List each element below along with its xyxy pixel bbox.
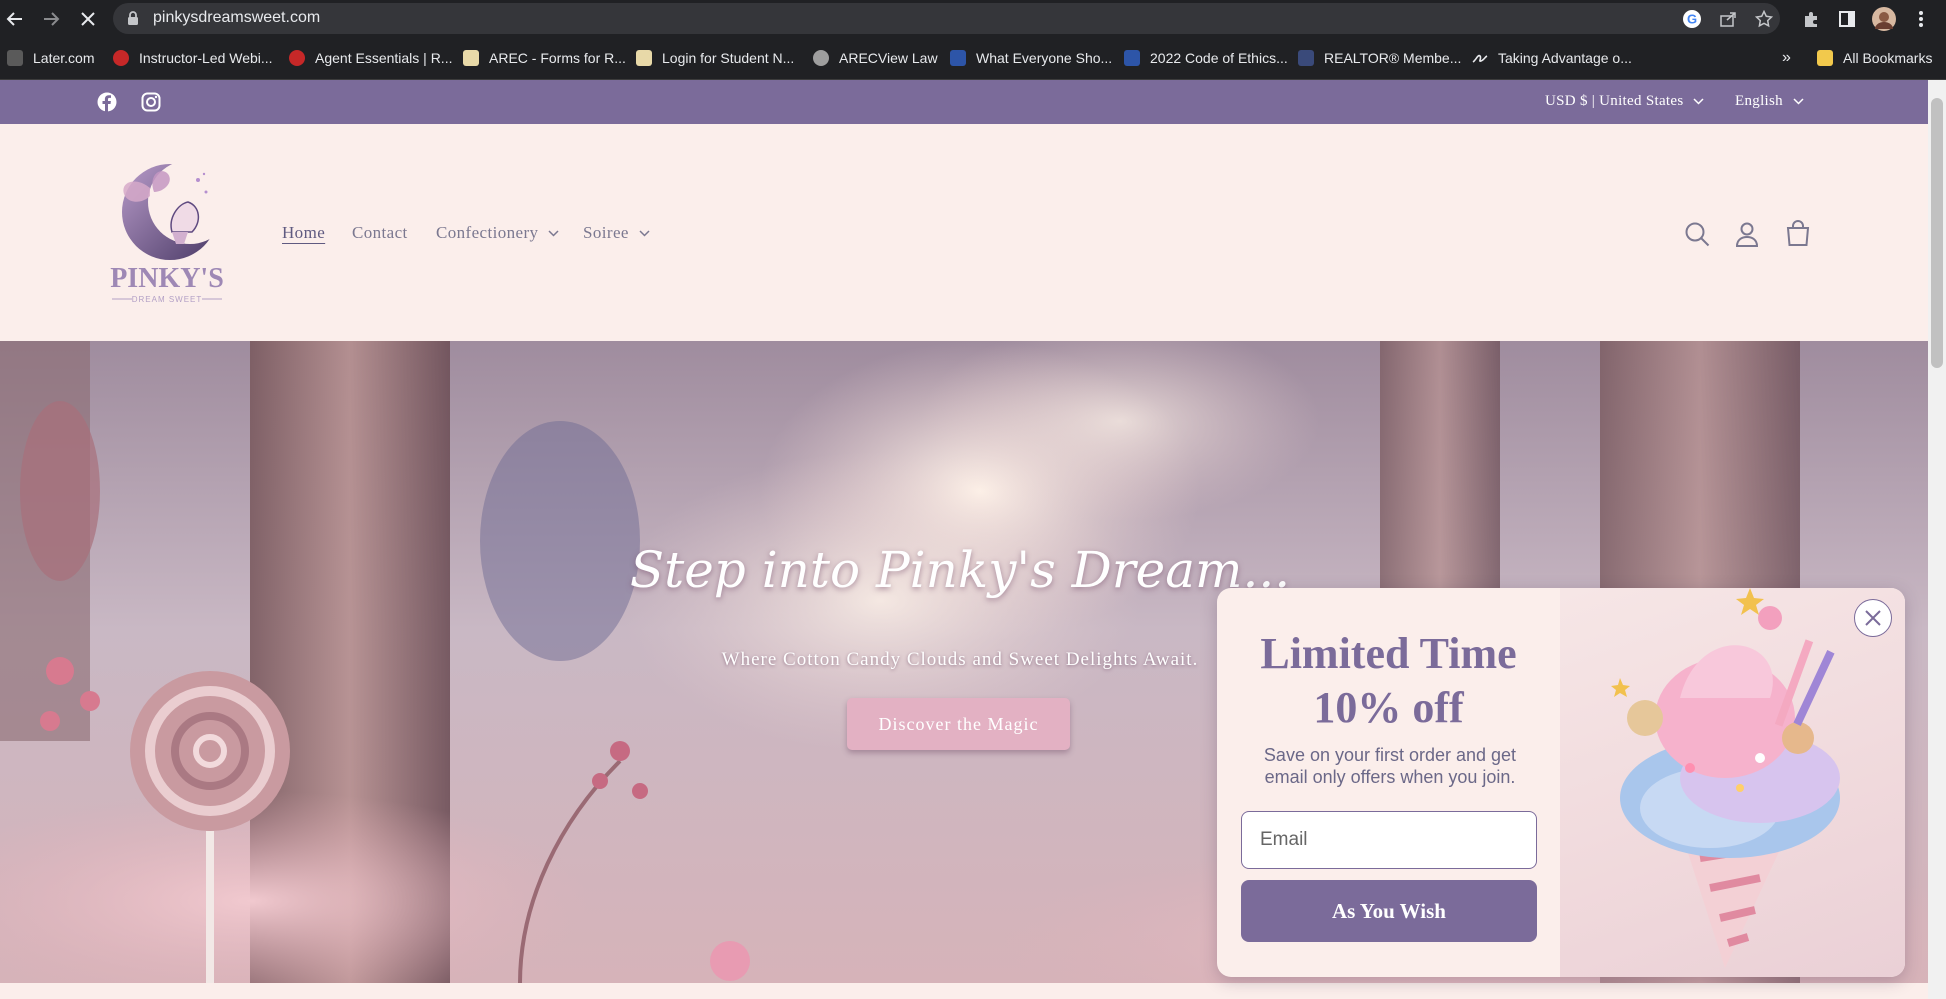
- globe-icon: [813, 50, 829, 66]
- scrollbar-thumb[interactable]: [1931, 98, 1943, 368]
- share-icon[interactable]: [1715, 6, 1741, 32]
- bookmark-label: 2022 Code of Ethics...: [1150, 50, 1288, 66]
- logo-subtext: DREAM SWEET: [132, 295, 203, 304]
- nav-home[interactable]: Home: [282, 223, 325, 243]
- currency-label: USD $ | United States: [1545, 93, 1684, 109]
- currency-selector[interactable]: USD $ | United States: [1545, 93, 1704, 110]
- bookmark-arecview[interactable]: ARECView Law: [813, 48, 938, 68]
- language-selector[interactable]: English: [1735, 93, 1804, 110]
- discover-magic-button[interactable]: Discover the Magic: [847, 698, 1070, 750]
- nav-home-label: Home: [282, 223, 326, 242]
- site-header: PINKY'S DREAM SWEET Home Contact Confect…: [0, 124, 1928, 341]
- bookmark-label: Taking Advantage o...: [1498, 50, 1632, 66]
- realtor-icon: [1298, 50, 1314, 66]
- instagram-icon[interactable]: [141, 92, 161, 112]
- nav-confectionery[interactable]: Confectionery: [436, 223, 559, 243]
- nav-contact[interactable]: Contact: [352, 223, 408, 243]
- bookmark-label: REALTOR® Membe...: [1324, 50, 1462, 66]
- bookmark-what-everyone[interactable]: What Everyone Sho...: [950, 48, 1112, 68]
- bookmark-arec-forms[interactable]: AREC - Forms for R...: [463, 48, 626, 68]
- profile-avatar[interactable]: [1871, 6, 1897, 32]
- google-icon[interactable]: G: [1679, 6, 1705, 32]
- more-bookmarks-button[interactable]: »: [1782, 48, 1791, 68]
- close-icon: [1865, 610, 1881, 626]
- bookmark-agent-essentials[interactable]: Agent Essentials | R...: [289, 48, 452, 68]
- email-field[interactable]: [1241, 811, 1537, 869]
- site-logo[interactable]: PINKY'S DREAM SWEET: [102, 160, 232, 310]
- bookmark-label: Agent Essentials | R...: [315, 50, 453, 66]
- chevron-down-icon: [639, 229, 650, 237]
- nav-confectionery-label: Confectionery: [436, 223, 539, 242]
- signature-icon: [1472, 50, 1488, 66]
- side-panel-icon[interactable]: [1834, 6, 1860, 32]
- language-label: English: [1735, 93, 1783, 109]
- all-bookmarks-label: All Bookmarks: [1843, 50, 1933, 66]
- stop-loading-icon[interactable]: [75, 6, 101, 32]
- bookmark-star-icon[interactable]: [1751, 6, 1777, 32]
- back-icon[interactable]: [2, 6, 28, 32]
- popup-heading-line1: Limited Time: [1260, 629, 1517, 678]
- bookmark-label: What Everyone Sho...: [976, 50, 1113, 66]
- realtor-icon: [1124, 50, 1140, 66]
- extensions-icon[interactable]: [1798, 6, 1824, 32]
- realtor-icon: [950, 50, 966, 66]
- search-icon[interactable]: [1683, 220, 1711, 248]
- bookmark-later[interactable]: Later.com: [7, 48, 94, 68]
- bookmark-label: ARECView Law: [839, 50, 938, 66]
- bookmark-label: AREC - Forms for R...: [489, 50, 626, 66]
- popup-heading-line2: 10% off: [1313, 683, 1464, 732]
- bookmark-label: Instructor-Led Webi...: [139, 50, 273, 66]
- logo-text: PINKY'S: [110, 263, 224, 294]
- bookmark-login-student[interactable]: Login for Student N...: [636, 48, 794, 68]
- cart-icon[interactable]: [1784, 220, 1812, 248]
- address-bar[interactable]: pinkysdreamsweet.com: [113, 3, 1780, 34]
- all-bookmarks-folder[interactable]: All Bookmarks: [1817, 48, 1932, 68]
- popup-description: Save on your first order and get email o…: [1263, 745, 1517, 787]
- bookmark-code-of-ethics[interactable]: 2022 Code of Ethics...: [1124, 48, 1288, 68]
- later-icon: [7, 50, 23, 66]
- url-text: pinkysdreamsweet.com: [153, 9, 321, 26]
- nav-soiree-label: Soiree: [583, 223, 629, 242]
- lock-icon: [128, 11, 138, 25]
- youtube-icon: [289, 50, 305, 66]
- bookmarks-bar: Later.com Instructor-Led Webi... Agent E…: [0, 37, 1946, 80]
- site-topbar: USD $ | United States English: [0, 80, 1928, 124]
- chevron-down-icon: [1793, 98, 1804, 105]
- nav-soiree[interactable]: Soiree: [583, 223, 650, 243]
- chevron-down-icon: [548, 229, 559, 237]
- bookmark-label: Later.com: [33, 50, 95, 66]
- document-icon: [636, 50, 652, 66]
- bookmark-realtor-membership[interactable]: REALTOR® Membe...: [1298, 48, 1461, 68]
- more-bookmarks-label: »: [1782, 49, 1791, 66]
- forward-icon[interactable]: [38, 6, 64, 32]
- close-popup-button[interactable]: [1854, 599, 1892, 637]
- bookmark-label: Login for Student N...: [662, 50, 795, 66]
- bookmark-instructor-led[interactable]: Instructor-Led Webi...: [113, 48, 273, 68]
- page-scrollbar[interactable]: [1928, 80, 1946, 999]
- cotton-candy-image: [1560, 588, 1905, 977]
- newsletter-popup: Limited Time 10% off Save on your first …: [1217, 588, 1905, 977]
- svg-text:G: G: [1687, 12, 1697, 27]
- cotton-candy-cone-icon: [1611, 588, 1840, 968]
- nav-contact-label: Contact: [352, 223, 408, 242]
- moon-fairy-logo-icon: PINKY'S DREAM SWEET: [110, 160, 232, 304]
- folder-icon: [1817, 50, 1833, 66]
- page-bottom: [0, 983, 1928, 999]
- facebook-icon[interactable]: [97, 92, 117, 112]
- browser-toolbar: pinkysdreamsweet.com G: [0, 0, 1946, 37]
- document-icon: [463, 50, 479, 66]
- youtube-icon: [113, 50, 129, 66]
- menu-dots-icon[interactable]: [1908, 6, 1934, 32]
- bookmark-taking-advantage[interactable]: Taking Advantage o...: [1472, 48, 1632, 68]
- chevron-down-icon: [1693, 98, 1704, 105]
- account-icon[interactable]: [1733, 220, 1761, 248]
- as-you-wish-button[interactable]: As You Wish: [1241, 880, 1537, 942]
